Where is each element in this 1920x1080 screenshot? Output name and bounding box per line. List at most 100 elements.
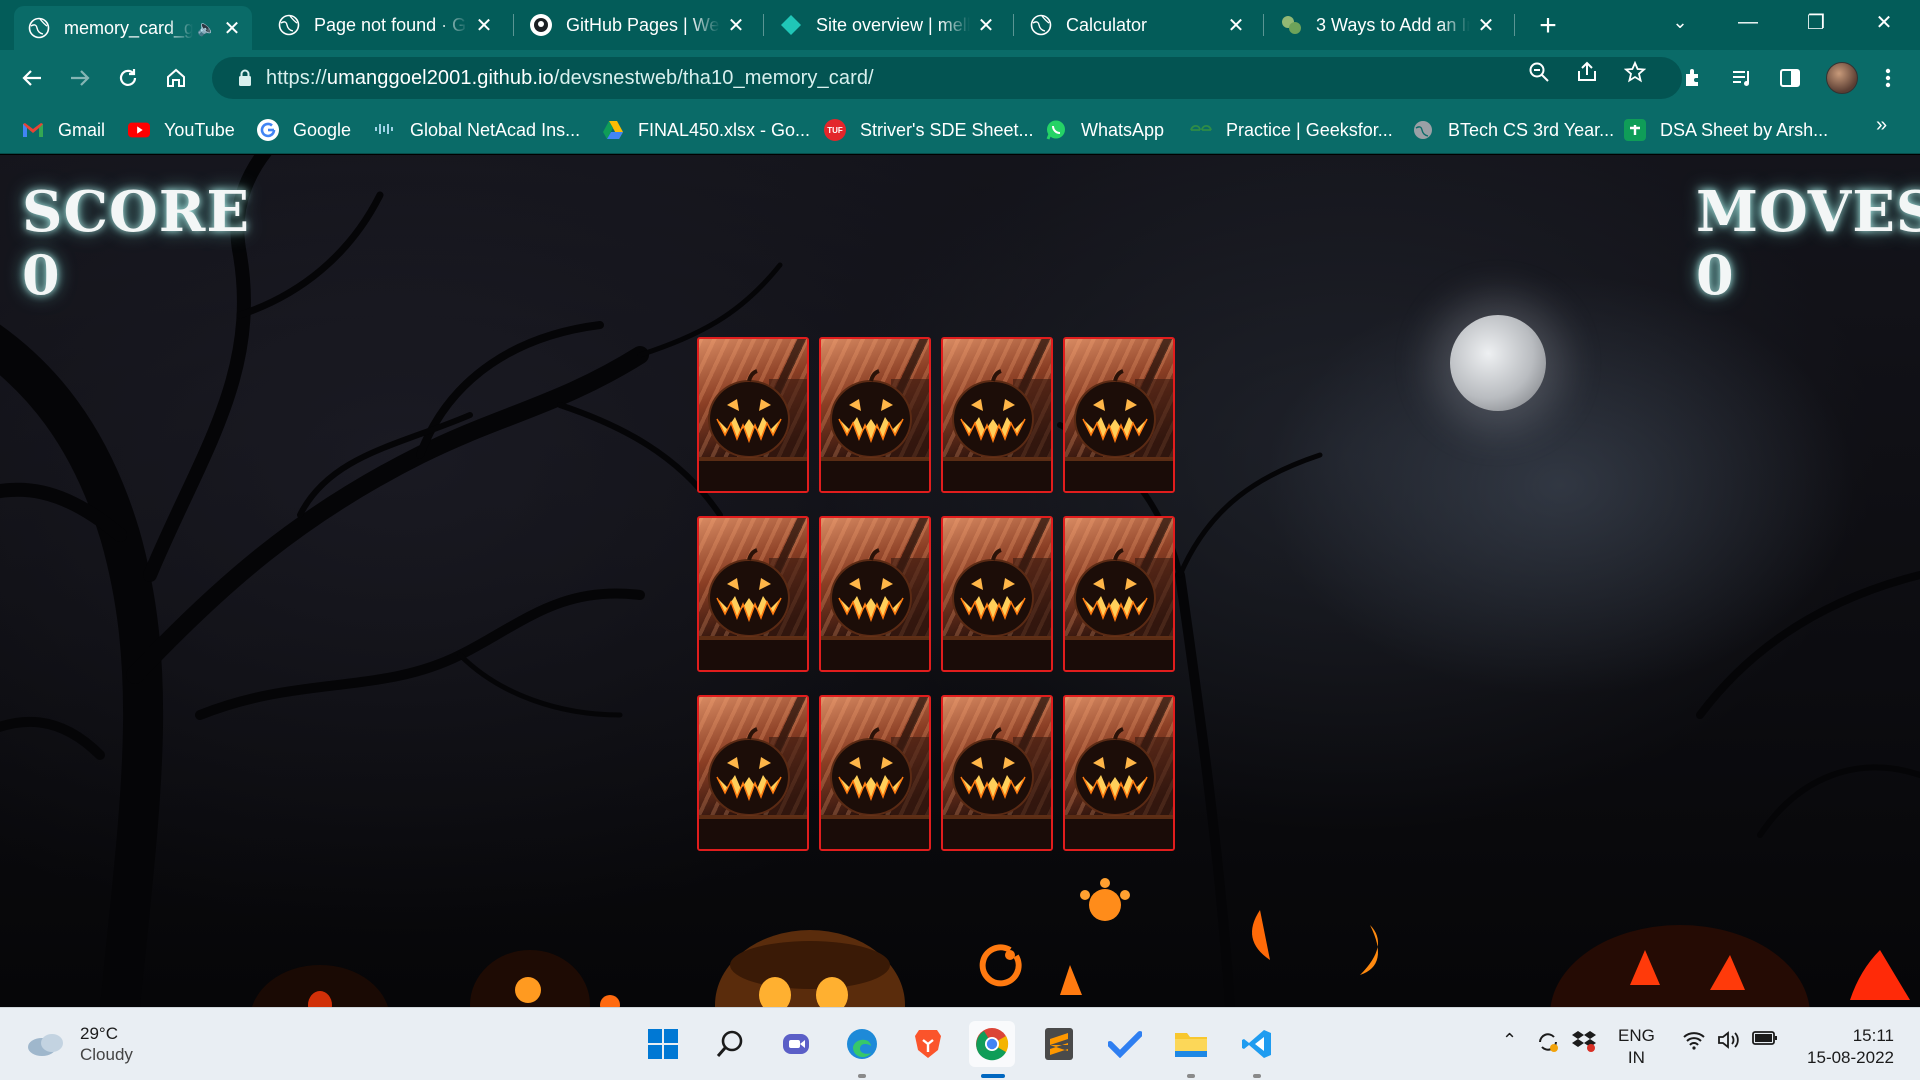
share-icon[interactable] <box>1575 60 1599 84</box>
wifi-icon[interactable] <box>1682 1030 1706 1050</box>
speaker-icon[interactable]: 🔈 <box>197 19 216 37</box>
tab-separator <box>1013 14 1014 36</box>
todo-button[interactable] <box>1102 1021 1148 1067</box>
system-clock[interactable]: 15:11 15-08-2022 <box>1800 1025 1894 1069</box>
bookmark-striver[interactable]: TUF Striver's SDE Sheet... <box>824 116 1034 144</box>
file-explorer-button[interactable] <box>1168 1021 1214 1067</box>
tab-page-not-found[interactable]: Page not found · GitHub Pages ✕ <box>264 6 504 44</box>
memory-card[interactable] <box>697 516 809 672</box>
weather-temperature: 29°C <box>80 1024 118 1043</box>
edge-running-indicator <box>858 1074 866 1078</box>
globe-icon <box>28 17 50 39</box>
tab-title: Page not found · GitHub Pages <box>314 14 468 35</box>
memory-card[interactable] <box>819 516 931 672</box>
bookmark-final450[interactable]: FINAL450.xlsx - Go... <box>602 116 810 144</box>
battery-icon[interactable] <box>1752 1030 1778 1046</box>
tab-strip: memory_card_game 🔈 ✕ Page not found · Gi… <box>0 0 1920 50</box>
bookmark-star-icon[interactable] <box>1623 60 1647 84</box>
close-icon[interactable]: ✕ <box>1474 13 1498 37</box>
show-hidden-icons[interactable]: ⌃ <box>1502 1030 1517 1051</box>
bookmarks-overflow-icon[interactable]: » <box>1876 114 1887 137</box>
github-icon <box>530 14 552 36</box>
lock-icon[interactable] <box>224 69 266 87</box>
brave-button[interactable] <box>905 1021 951 1067</box>
tab-calculator[interactable]: Calculator ✕ <box>1016 6 1256 44</box>
sync-icon[interactable] <box>1536 1030 1560 1054</box>
bookmark-whatsapp[interactable]: WhatsApp <box>1045 116 1164 144</box>
weather-widget[interactable]: 29°C Cloudy <box>26 1023 133 1065</box>
memory-card[interactable] <box>941 337 1053 493</box>
tab-github-pages[interactable]: GitHub Pages | Websites for you ✕ <box>516 6 756 44</box>
language-indicator[interactable]: ENG IN <box>1618 1025 1655 1069</box>
bookmark-netacad[interactable]: Global NetAcad Ins... <box>374 116 580 144</box>
tab-title: 3 Ways to Add an Image <box>1316 14 1470 35</box>
memory-card[interactable] <box>819 695 931 851</box>
restore-button[interactable]: ❐ <box>1782 0 1850 44</box>
memory-card[interactable] <box>1063 516 1175 672</box>
close-icon[interactable]: ✕ <box>724 13 748 37</box>
profile-avatar[interactable] <box>1826 62 1858 94</box>
jack-o-lantern-icon <box>1065 548 1173 670</box>
bookmark-youtube[interactable]: YouTube <box>128 116 235 144</box>
media-queue-icon[interactable] <box>1724 60 1760 96</box>
vscode-button[interactable] <box>1234 1021 1280 1067</box>
explorer-running-indicator <box>1187 1074 1195 1078</box>
memory-card[interactable] <box>697 337 809 493</box>
tab-3-ways-image[interactable]: 3 Ways to Add an Image ✕ <box>1266 6 1506 44</box>
minimize-button[interactable]: — <box>1714 0 1782 44</box>
reload-button[interactable] <box>110 60 146 96</box>
sheets-icon <box>1624 119 1646 141</box>
zoom-icon[interactable] <box>1527 60 1551 84</box>
edge-button[interactable] <box>839 1021 885 1067</box>
bookmark-gmail[interactable]: Gmail <box>22 116 105 144</box>
start-button[interactable] <box>640 1021 686 1067</box>
tab-title: Calculator <box>1066 14 1148 35</box>
close-icon[interactable]: ✕ <box>472 13 496 37</box>
close-icon[interactable]: ✕ <box>220 16 244 40</box>
teams-chat-button[interactable] <box>773 1021 819 1067</box>
dropbox-icon[interactable] <box>1572 1030 1596 1052</box>
side-panel-icon[interactable] <box>1772 60 1808 96</box>
whatsapp-icon <box>1045 119 1067 141</box>
background-pumpkins <box>252 878 1910 1007</box>
memory-card[interactable] <box>697 695 809 851</box>
browser-toolbar: https://umanggoel2001.github.io/devsnest… <box>0 50 1920 106</box>
close-icon[interactable]: ✕ <box>974 13 998 37</box>
new-tab-button[interactable]: + <box>1530 8 1566 44</box>
reload-icon <box>119 69 137 86</box>
bookmark-google[interactable]: Google <box>257 116 351 144</box>
back-button[interactable] <box>14 60 50 96</box>
forward-button[interactable] <box>62 60 98 96</box>
search-icon <box>716 1030 743 1057</box>
jack-o-lantern-icon <box>1065 727 1173 849</box>
bookmark-dsa-sheet[interactable]: DSA Sheet by Arsh... <box>1624 116 1828 144</box>
bookmark-geeksforgeeks[interactable]: Practice | Geeksfor... <box>1190 116 1393 144</box>
tab-site-overview[interactable]: Site overview | mellow ✕ <box>766 6 1006 44</box>
tab-separator <box>763 14 764 36</box>
close-window-button[interactable]: ✕ <box>1850 0 1918 44</box>
memory-card[interactable] <box>1063 695 1175 851</box>
bookmark-label: Google <box>293 119 352 140</box>
jack-o-lantern-icon <box>943 727 1051 849</box>
search-button[interactable] <box>707 1021 753 1067</box>
volume-icon[interactable] <box>1717 1030 1741 1050</box>
menu-kebab-icon[interactable] <box>1870 60 1906 96</box>
memory-card[interactable] <box>941 516 1053 672</box>
home-button[interactable] <box>158 60 194 96</box>
moon <box>1450 315 1546 411</box>
memory-card[interactable] <box>1063 337 1175 493</box>
tab-memory-card[interactable]: memory_card_game 🔈 ✕ <box>14 6 252 50</box>
chrome-button[interactable] <box>969 1021 1015 1067</box>
tuf-icon: TUF <box>824 119 846 141</box>
address-bar[interactable]: https://umanggoel2001.github.io/devsnest… <box>212 57 1682 99</box>
memory-card[interactable] <box>819 337 931 493</box>
sublime-button[interactable] <box>1036 1021 1082 1067</box>
close-icon[interactable]: ✕ <box>1224 13 1248 37</box>
jack-o-lantern-icon <box>821 727 929 849</box>
bookmark-label: Striver's SDE Sheet... <box>860 119 1034 140</box>
memory-card[interactable] <box>941 695 1053 851</box>
bookmark-btech[interactable]: BTech CS 3rd Year... <box>1412 116 1614 144</box>
tab-search-icon[interactable]: ⌄ <box>1646 0 1714 44</box>
tab-separator <box>1514 14 1515 36</box>
extensions-icon[interactable] <box>1676 60 1712 96</box>
